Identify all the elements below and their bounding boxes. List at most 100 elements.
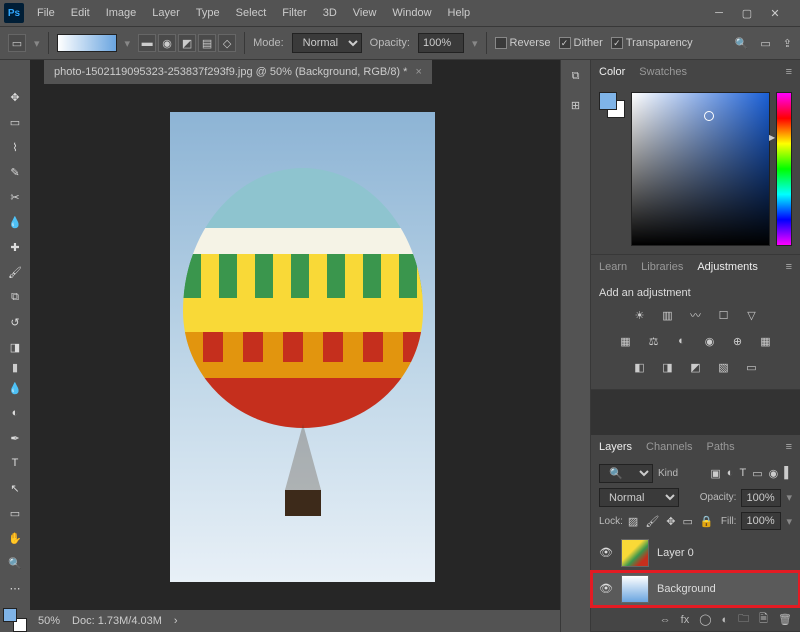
panel-menu-icon[interactable]: ≡ — [786, 261, 792, 273]
menu-edit[interactable]: Edit — [64, 4, 97, 22]
tab-color[interactable]: Color — [599, 66, 625, 78]
menu-view[interactable]: View — [346, 4, 384, 22]
fill-input[interactable] — [741, 512, 781, 530]
posterize-icon[interactable]: ◨ — [659, 359, 677, 375]
gradient-linear-icon[interactable]: ▬ — [138, 34, 156, 52]
layer-name[interactable]: Background — [657, 583, 716, 595]
channel-mixer-icon[interactable]: ⊕ — [729, 333, 747, 349]
transparency-checkbox[interactable]: Transparency — [611, 37, 693, 49]
status-arrow-icon[interactable]: › — [174, 615, 178, 627]
tab-swatches[interactable]: Swatches — [639, 66, 687, 78]
foreground-background-colors[interactable] — [3, 608, 27, 632]
hue-slider[interactable] — [776, 92, 792, 246]
history-icon[interactable]: ⧉ — [572, 70, 580, 83]
path-select-tool[interactable]: ↖ — [3, 477, 27, 499]
healing-tool[interactable]: ✚ — [3, 236, 27, 258]
new-fill-icon[interactable]: ◐ — [722, 614, 729, 626]
color-field[interactable] — [631, 92, 770, 246]
tool-preset-picker[interactable]: ▭ — [8, 34, 26, 52]
menu-type[interactable]: Type — [189, 4, 227, 22]
type-tool[interactable]: T — [3, 452, 27, 474]
close-tab-icon[interactable]: × — [415, 66, 421, 78]
history-brush-tool[interactable]: ↺ — [3, 311, 27, 333]
lock-position-icon[interactable]: ✥ — [666, 515, 675, 528]
visibility-toggle-icon[interactable]: 👁 — [599, 582, 613, 595]
layer-item[interactable]: 👁 Layer 0 — [591, 535, 800, 571]
invert-icon[interactable]: ◧ — [631, 359, 649, 375]
menu-filter[interactable]: Filter — [275, 4, 313, 22]
eyedropper-tool[interactable]: 💧 — [3, 211, 27, 233]
layer-thumbnail[interactable] — [621, 575, 649, 603]
hand-tool[interactable]: ✋ — [3, 527, 27, 549]
edit-toolbar[interactable]: ⋯ — [3, 577, 27, 599]
menu-window[interactable]: Window — [385, 4, 438, 22]
hue-sat-icon[interactable]: ▦ — [617, 333, 635, 349]
gradient-radial-icon[interactable]: ◉ — [158, 34, 176, 52]
gradient-diamond-icon[interactable]: ◇ — [218, 34, 236, 52]
layer-thumbnail[interactable] — [621, 539, 649, 567]
menu-select[interactable]: Select — [229, 4, 274, 22]
lasso-tool[interactable]: ⌇ — [3, 136, 27, 158]
tab-paths[interactable]: Paths — [707, 441, 735, 453]
gradient-preview[interactable] — [57, 34, 117, 52]
new-group-icon[interactable]: 🗀 — [738, 610, 749, 629]
bw-icon[interactable]: ◐ — [673, 333, 691, 349]
gradient-tool[interactable]: ▮ — [12, 361, 18, 374]
document-tab[interactable]: photo-1502119095323-253837f293f9.jpg @ 5… — [44, 60, 432, 84]
menu-file[interactable]: File — [30, 4, 62, 22]
panel-fg-bg-swatch[interactable] — [599, 92, 625, 118]
minimize-button[interactable]: ─ — [712, 6, 726, 20]
filter-type-icon[interactable]: T — [739, 467, 746, 480]
gradient-angle-icon[interactable]: ◩ — [178, 34, 196, 52]
filter-smart-icon[interactable]: ◉ — [769, 467, 779, 480]
lookup-icon[interactable]: ▦ — [757, 333, 775, 349]
filter-adjustment-icon[interactable]: ◐ — [727, 467, 734, 480]
gradient-map-icon[interactable]: ▭ — [743, 359, 761, 375]
blur-tool[interactable]: 💧 — [3, 377, 27, 399]
panel-menu-icon[interactable]: ≡ — [786, 441, 792, 453]
new-layer-icon[interactable]: 🗎 — [759, 610, 768, 629]
filter-shape-icon[interactable]: ▭ — [752, 467, 762, 480]
share-icon[interactable]: ⇪ — [783, 37, 792, 50]
maximize-button[interactable]: ▢ — [740, 6, 754, 20]
quick-select-tool[interactable]: ✎ — [3, 161, 27, 183]
tab-learn[interactable]: Learn — [599, 261, 627, 273]
lock-all-icon[interactable]: 🔒 — [700, 515, 714, 528]
eraser-tool[interactable]: ◨ — [3, 336, 27, 358]
panel-menu-icon[interactable]: ≡ — [786, 66, 792, 78]
curves-icon[interactable]: 〰 — [687, 307, 705, 323]
layer-item-background[interactable]: 👁 Background — [591, 571, 800, 607]
visibility-toggle-icon[interactable]: 👁 — [599, 546, 613, 559]
exposure-icon[interactable]: ☐ — [715, 307, 733, 323]
move-tool[interactable]: ✥ — [3, 86, 27, 108]
reverse-checkbox[interactable]: Reverse — [495, 37, 551, 49]
opacity-input[interactable] — [418, 33, 464, 53]
threshold-icon[interactable]: ◩ — [687, 359, 705, 375]
lock-transparency-icon[interactable]: ▨ — [628, 515, 638, 528]
delete-layer-icon[interactable]: 🗑 — [778, 613, 792, 626]
close-button[interactable]: ✕ — [768, 6, 782, 20]
photo-filter-icon[interactable]: ◉ — [701, 333, 719, 349]
stamp-tool[interactable]: ⧉ — [3, 286, 27, 308]
shape-tool[interactable]: ▭ — [3, 502, 27, 524]
layer-style-icon[interactable]: fx — [681, 614, 690, 626]
zoom-tool[interactable]: 🔍 — [3, 552, 27, 574]
crop-tool[interactable]: ✂ — [3, 186, 27, 208]
blend-mode-select[interactable]: Normal — [292, 33, 362, 53]
layer-name[interactable]: Layer 0 — [657, 547, 694, 559]
properties-icon[interactable]: ⊞ — [571, 99, 580, 112]
vibrance-icon[interactable]: ▽ — [743, 307, 761, 323]
pen-tool[interactable]: ✒ — [3, 427, 27, 449]
tab-channels[interactable]: Channels — [646, 441, 692, 453]
brush-tool[interactable]: 🖌 — [3, 261, 27, 283]
dither-checkbox[interactable]: Dither — [559, 37, 603, 49]
lock-artboard-icon[interactable]: ▭ — [683, 515, 693, 528]
doc-size[interactable]: Doc: 1.73M/4.03M — [72, 615, 162, 627]
foreground-color[interactable] — [3, 608, 17, 622]
lock-image-icon[interactable]: 🖌 — [645, 515, 659, 528]
tab-libraries[interactable]: Libraries — [641, 261, 683, 273]
layer-blend-mode[interactable]: Normal — [599, 488, 679, 507]
dodge-tool[interactable]: ◐ — [3, 402, 27, 424]
search-icon[interactable]: 🔍 — [735, 37, 749, 50]
canvas[interactable] — [170, 112, 435, 582]
